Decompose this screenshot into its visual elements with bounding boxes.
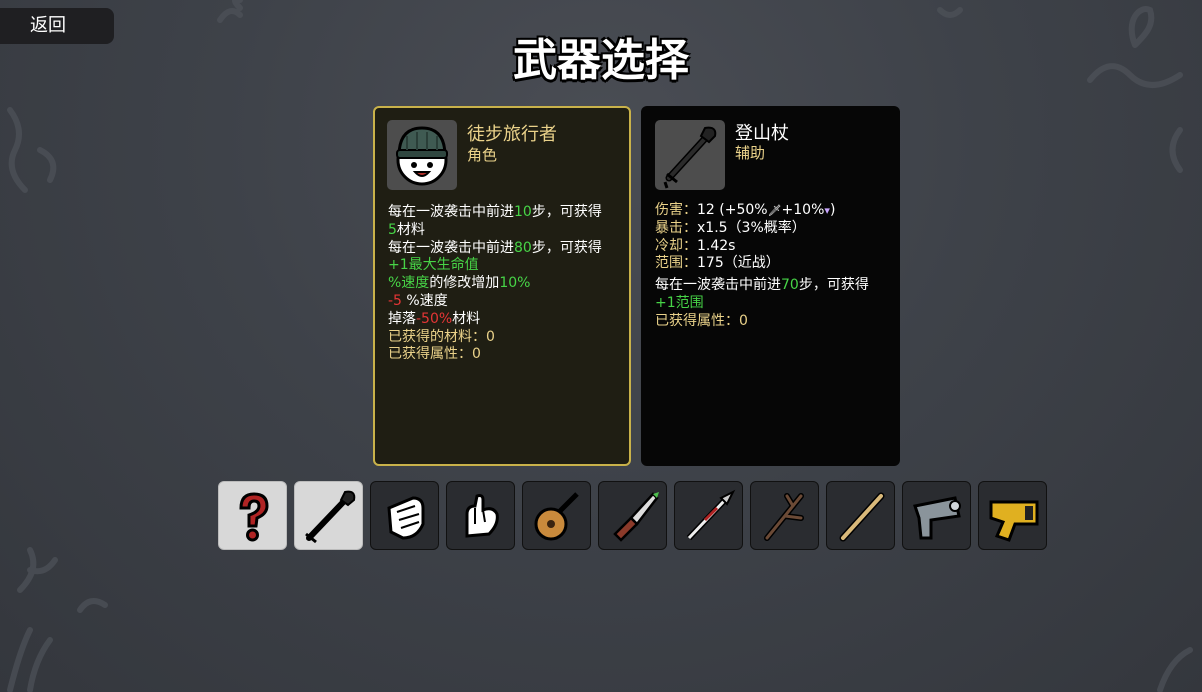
weapon-stats-gained: 已获得属性：0 (655, 312, 748, 329)
weapon-cooldown-stat: 冷却：1.42s (655, 237, 736, 254)
wooden-staff-icon (839, 492, 885, 542)
character-effect-line: 掉落-50%材料 (388, 310, 481, 327)
laser-gun-icon (913, 496, 961, 540)
page-title: 武器选择 (513, 35, 689, 86)
character-materials-gained: 已获得的材料：0 (388, 328, 495, 345)
weapon-effect-line: 每在一波袭击中前进70步，可获得 (655, 277, 869, 294)
character-effect-line: 5材料 (388, 221, 425, 238)
character-effect-line: -5 %速度 (388, 292, 448, 309)
spear-icon (686, 489, 736, 541)
weapon-slot-hiking-pole[interactable] (294, 481, 363, 550)
character-effect-line: 每在一波袭击中前进10步，可获得 (388, 204, 602, 220)
weapon-slot-random[interactable] (218, 481, 287, 550)
hiking-pole-icon (305, 490, 356, 544)
hiker-character-icon (387, 120, 457, 190)
taser-icon (989, 500, 1039, 542)
weapon-effect-bonus: +1范围 (655, 294, 704, 311)
weapon-type: 辅助 (735, 144, 766, 162)
weapon-slot-fist[interactable] (370, 481, 439, 550)
character-description: 每在一波袭击中前进10步，可获得 5材料 每在一波袭击中前进80步，可获得 +1… (388, 204, 623, 364)
hand-icon (465, 494, 499, 538)
weapon-slot-hand[interactable] (446, 481, 515, 550)
knife-icon (613, 492, 659, 542)
melee-damage-icon: 🗡 (767, 204, 782, 217)
weapon-range-stat: 范围：175（近战） (655, 255, 780, 272)
weapon-slot-spear[interactable] (674, 481, 743, 550)
fist-icon (387, 496, 425, 540)
branch-stick-icon (764, 493, 804, 541)
weapon-crit-stat: 暴击：x1.5（3%概率） (655, 219, 806, 236)
character-effect-line: 每在一波袭击中前进80步，可获得 (388, 239, 602, 256)
weapon-slot-knife[interactable] (598, 481, 667, 550)
character-effect-line: %速度的修改增加10% (388, 275, 531, 292)
weapon-slot-branch[interactable] (750, 481, 819, 550)
weapon-slot-lute[interactable] (522, 481, 591, 550)
lute-icon (534, 492, 579, 541)
character-stats-gained: 已获得属性：0 (388, 346, 481, 363)
character-type: 角色 (467, 146, 498, 164)
weapon-damage-stat: 伤害：12 (+50%🗡+10%▾) (655, 202, 836, 218)
weapon-slot-wooden-staff[interactable] (826, 481, 895, 550)
weapon-slot-taser[interactable] (978, 481, 1047, 550)
character-name: 徒步旅行者 (467, 124, 557, 145)
weapon-card: 登山杖 辅助 伤害：12 (+50%🗡+10%▾) 暴击：x1.5（3%概率） … (641, 106, 900, 466)
random-question-icon (239, 492, 269, 542)
character-card: 徒步旅行者 角色 每在一波袭击中前进10步，可获得 5材料 每在一波袭击中前进8… (373, 106, 631, 466)
character-effect-line: +1最大生命值 (388, 257, 479, 274)
weapon-slot-laser-gun[interactable] (902, 481, 971, 550)
weapon-description: 伤害：12 (+50%🗡+10%▾) 暴击：x1.5（3%概率） 冷却：1.42… (655, 202, 894, 331)
hiking-pole-icon (655, 120, 725, 190)
